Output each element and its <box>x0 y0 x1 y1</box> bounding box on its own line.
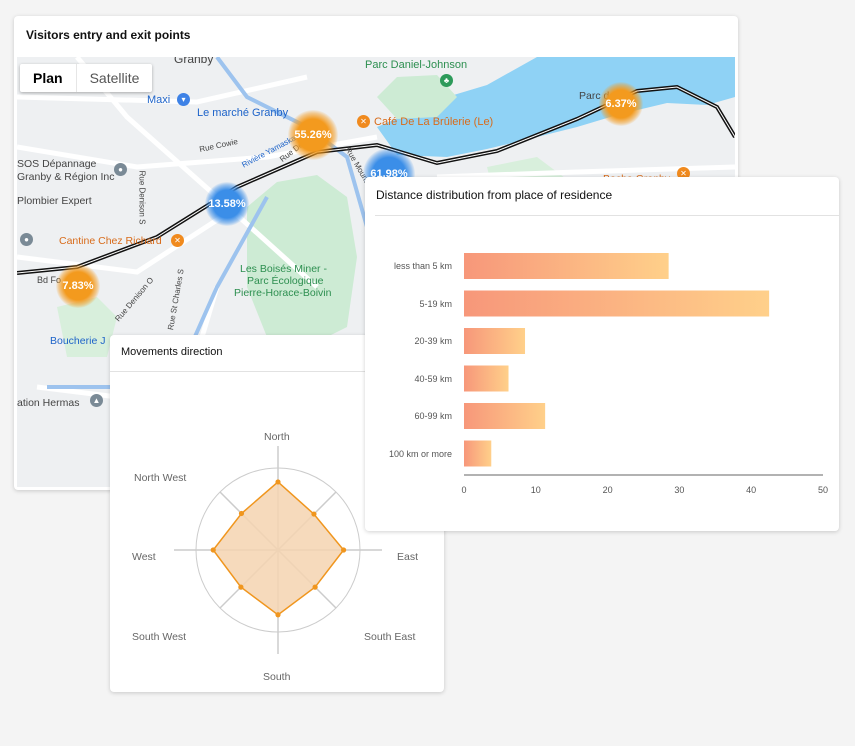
distance-distribution-card: Distance distribution from place of resi… <box>365 177 839 531</box>
radar-point <box>341 547 347 553</box>
school-icon: ▲ <box>90 394 103 407</box>
x-tick-label: 30 <box>674 485 685 495</box>
x-tick-label: 50 <box>817 485 828 495</box>
map-type-tabs: Plan Satellite <box>20 64 153 92</box>
radar-point <box>275 612 281 618</box>
map-label-granby: Granby <box>174 57 214 66</box>
bar[interactable] <box>464 290 770 317</box>
bar[interactable] <box>464 253 669 279</box>
radar-point <box>312 584 318 590</box>
x-tick-label: 0 <box>461 485 467 495</box>
shopping-cart-icon: ▾ <box>177 93 190 106</box>
tab-satellite[interactable]: Satellite <box>77 64 153 92</box>
park-icon: ♣ <box>440 74 453 87</box>
radar-label-east: East <box>397 551 419 563</box>
bar-category-label: less than 5 km <box>393 261 452 271</box>
tab-plan[interactable]: Plan <box>20 64 77 92</box>
radar-point <box>238 510 245 517</box>
map-label-boises-2: Parc Écologique <box>247 275 324 287</box>
radar-point <box>238 584 244 590</box>
card-title: Visitors entry and exit points <box>26 28 191 42</box>
radar-label-south: South <box>263 671 291 683</box>
bar-category-label: 20-39 km <box>414 336 452 346</box>
service-icon: ● <box>114 163 127 176</box>
hotspot-marker[interactable]: 13.58% <box>205 182 249 226</box>
radar-label-south-west: South West <box>132 631 187 643</box>
radar-label-west: West <box>132 551 156 563</box>
map-label-sos: SOS Dépannage <box>17 158 97 170</box>
x-tick-label: 40 <box>746 485 757 495</box>
radar-label-south-east: South East <box>364 631 416 643</box>
bar[interactable] <box>464 440 492 467</box>
map-label-plombier: Plombier Expert <box>17 195 92 207</box>
map-label-sos-2: Granby & Région Inc <box>17 171 115 183</box>
service-icon-2: ● <box>20 233 33 246</box>
bar-category-label: 60-99 km <box>414 411 452 421</box>
map-label-boucherie: Boucherie J <box>50 335 106 347</box>
bar[interactable] <box>464 365 509 392</box>
radar-label-north-west: North West <box>134 472 187 484</box>
bar[interactable] <box>464 328 526 354</box>
radar-label-north: North <box>264 431 290 443</box>
map-label-boises-1: Les Boisés Miner - <box>240 263 327 275</box>
map-label-cantine: Cantine Chez Richard <box>59 235 162 247</box>
map-label-boises-3: Pierre-Horace-Boivin <box>234 287 332 299</box>
hotspot-marker[interactable]: 7.83% <box>56 264 100 308</box>
bar-category-label: 40-59 km <box>414 373 452 384</box>
map-label-rue-denison-s: Rue Denison S <box>137 170 147 225</box>
map-label-maxi: Maxi <box>147 94 171 106</box>
map-label-cafe: Café De La Brûlerie (Le) <box>374 116 494 128</box>
map-label-parc-daniel: Parc Daniel-Johnson <box>365 59 468 71</box>
radar-point <box>210 547 216 553</box>
bar-category-label: 100 km or more <box>388 448 452 459</box>
hotspot-marker[interactable]: 55.26% <box>288 110 338 160</box>
restaurant-icon: ✕ <box>357 115 370 128</box>
map-label-marche: Le marché Granby <box>197 107 289 119</box>
radar-point <box>275 479 281 485</box>
radar-point <box>311 511 317 517</box>
bar-chart <box>464 253 823 476</box>
hotspot-marker[interactable]: 6.37% <box>599 82 643 126</box>
restaurant-icon-2: ✕ <box>171 234 184 247</box>
map-label-hermas: ation Hermas <box>17 397 80 409</box>
bar[interactable] <box>464 403 546 429</box>
x-tick-label: 10 <box>530 485 541 495</box>
x-tick-label: 20 <box>602 485 613 495</box>
bar-category-label: 5-19 km <box>419 298 452 309</box>
